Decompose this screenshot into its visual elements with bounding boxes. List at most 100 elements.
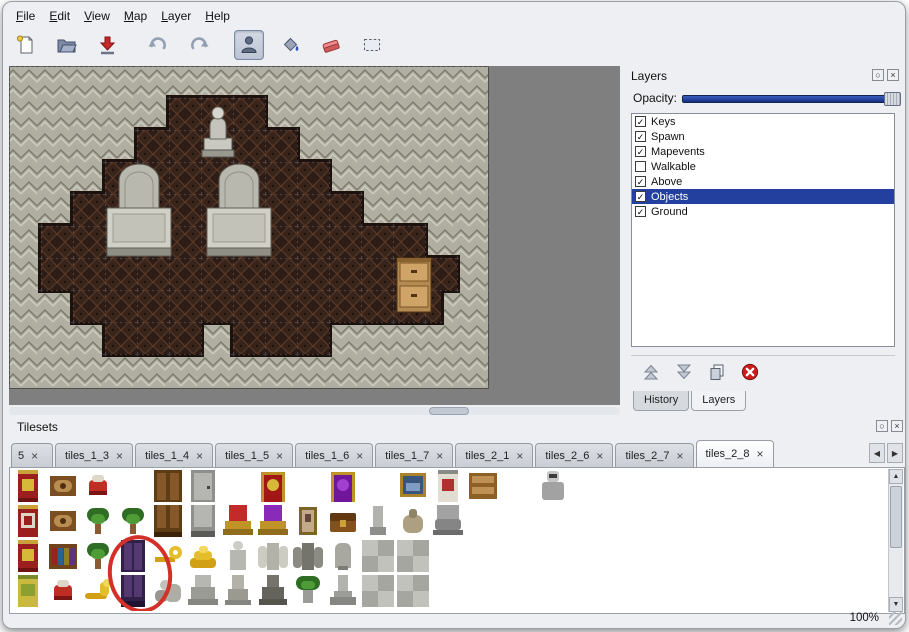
save-button[interactable] (93, 30, 123, 60)
tileset-tab[interactable]: tiles_1_3× (55, 443, 133, 467)
tile-banner_red[interactable] (12, 470, 44, 502)
tab-close-icon[interactable]: × (757, 449, 764, 459)
tile-pot_red[interactable] (82, 470, 114, 502)
menu-layer[interactable]: Layer (158, 7, 202, 25)
close-panel-icon[interactable]: × (891, 420, 903, 432)
layer-row[interactable]: ✓Above (632, 174, 894, 189)
open-button[interactable] (52, 30, 82, 60)
tab-history[interactable]: History (633, 391, 689, 411)
tile-tomb[interactable] (327, 540, 359, 572)
tile-banner_red2[interactable] (12, 505, 44, 537)
menu-map[interactable]: Map (121, 7, 158, 25)
tile-angel_top[interactable] (257, 540, 289, 572)
layer-visibility-checkbox[interactable]: ✓ (635, 206, 646, 217)
tile-gold_pile[interactable] (187, 540, 219, 572)
new-file-button[interactable] (11, 30, 41, 60)
redo-button[interactable] (184, 30, 214, 60)
tileset-tab[interactable]: tiles_1_7× (375, 443, 453, 467)
float-panel-icon[interactable]: ○ (876, 420, 888, 432)
float-panel-icon[interactable]: ○ (872, 69, 884, 81)
tileset-tab[interactable]: tiles_2_7× (615, 443, 693, 467)
tile-books[interactable] (47, 540, 79, 572)
map-canvas-area[interactable] (9, 66, 620, 405)
tile-door_gray_top[interactable] (187, 470, 219, 502)
tile-gargoyle_bot[interactable] (257, 575, 289, 607)
tile-wheel[interactable] (47, 505, 79, 537)
tileset-content[interactable]: ▲ ▼ (9, 467, 905, 614)
tile-painting2[interactable] (292, 505, 324, 537)
tab-close-icon[interactable]: × (356, 451, 363, 461)
tile-stone2[interactable] (362, 540, 394, 572)
tile-gargoyle_top[interactable] (292, 540, 324, 572)
tile-painting[interactable] (397, 470, 429, 502)
scroll-up-icon[interactable]: ▲ (889, 469, 903, 484)
stamp-tool-button[interactable] (234, 30, 264, 60)
tile-shelf[interactable] (467, 470, 499, 502)
opacity-slider-track[interactable] (682, 95, 901, 103)
layer-row[interactable]: ✓Objects (632, 189, 894, 204)
tab-close-icon[interactable]: × (436, 451, 443, 461)
tile-throne_purple_top[interactable] (327, 470, 359, 502)
layer-row[interactable]: ✓Mapevents (632, 144, 894, 159)
tile-horn_gold[interactable] (82, 575, 114, 607)
menu-file[interactable]: File (13, 7, 46, 25)
tileset-tab[interactable]: tiles_2_1× (455, 443, 533, 467)
tab-close-icon[interactable]: × (676, 451, 683, 461)
tile-throne_red_top[interactable] (257, 470, 289, 502)
tile-stone2[interactable] (397, 540, 429, 572)
tile-pot_red[interactable] (47, 575, 79, 607)
tile-banner_white[interactable] (432, 470, 464, 502)
tab-layers[interactable]: Layers (691, 391, 746, 411)
tab-close-icon[interactable]: × (276, 451, 283, 461)
layer-row[interactable]: ✓Ground (632, 204, 894, 219)
tile-cabinet_top[interactable] (152, 470, 184, 502)
tileset-tab[interactable]: 5× (11, 443, 53, 467)
resize-grip[interactable] (889, 612, 902, 625)
close-panel-icon[interactable]: × (887, 69, 899, 81)
tile-cabinet_bot[interactable] (152, 505, 184, 537)
delete-layer-icon[interactable] (740, 362, 760, 382)
tile-statue_top[interactable] (222, 540, 254, 572)
tileset-vertical-scrollbar[interactable]: ▲ ▼ (888, 469, 903, 612)
map-horizontal-scrollbar[interactable] (9, 407, 620, 415)
tile-plant[interactable] (117, 505, 149, 537)
tab-close-icon[interactable]: × (31, 451, 38, 461)
tileset-tab[interactable]: tiles_1_6× (295, 443, 373, 467)
tile-statue_bot[interactable] (187, 575, 219, 607)
tile-door_purple_top[interactable] (117, 540, 149, 572)
eraser-tool-button[interactable] (316, 30, 346, 60)
tile-throne_purple_bot[interactable] (257, 505, 289, 537)
tileset-tab[interactable]: tiles_2_8× (696, 440, 774, 467)
layer-row[interactable]: Walkable (632, 159, 894, 174)
menu-view[interactable]: View (81, 7, 121, 25)
tab-close-icon[interactable]: × (116, 451, 123, 461)
tile-banner_yellow[interactable] (12, 575, 44, 607)
layer-visibility-checkbox[interactable]: ✓ (635, 191, 646, 202)
tab-close-icon[interactable]: × (596, 451, 603, 461)
tile-vase_plant[interactable] (292, 575, 324, 607)
tile-pillar_base[interactable] (327, 575, 359, 607)
opacity-slider-handle[interactable] (884, 92, 901, 106)
map-hscroll-thumb[interactable] (429, 407, 469, 415)
duplicate-layer-icon[interactable] (707, 362, 727, 382)
tile-door_gray_bot[interactable] (187, 505, 219, 537)
menu-edit[interactable]: Edit (46, 7, 81, 25)
tile-key_gold[interactable] (152, 540, 184, 572)
raise-layer-icon[interactable] (641, 362, 661, 382)
scroll-tabs-right-icon[interactable]: ▶ (887, 443, 903, 463)
tile-rocks[interactable] (152, 575, 184, 607)
menu-help[interactable]: Help (202, 7, 241, 25)
opacity-slider[interactable] (682, 92, 901, 106)
layer-list[interactable]: ✓Keys✓Spawn✓MapeventsWalkable✓Above✓Obje… (631, 113, 895, 347)
tab-close-icon[interactable]: × (516, 451, 523, 461)
tileset-tab[interactable]: tiles_2_6× (535, 443, 613, 467)
scroll-tabs-left-icon[interactable]: ◀ (869, 443, 885, 463)
tile-stone2[interactable] (362, 575, 394, 607)
select-tool-button[interactable] (357, 30, 387, 60)
vscroll-thumb[interactable] (890, 486, 902, 548)
layer-row[interactable]: ✓Spawn (632, 129, 894, 144)
tileset-tab[interactable]: tiles_1_4× (135, 443, 213, 467)
tab-close-icon[interactable]: × (196, 451, 203, 461)
undo-button[interactable] (143, 30, 173, 60)
layer-visibility-checkbox[interactable]: ✓ (635, 146, 646, 157)
